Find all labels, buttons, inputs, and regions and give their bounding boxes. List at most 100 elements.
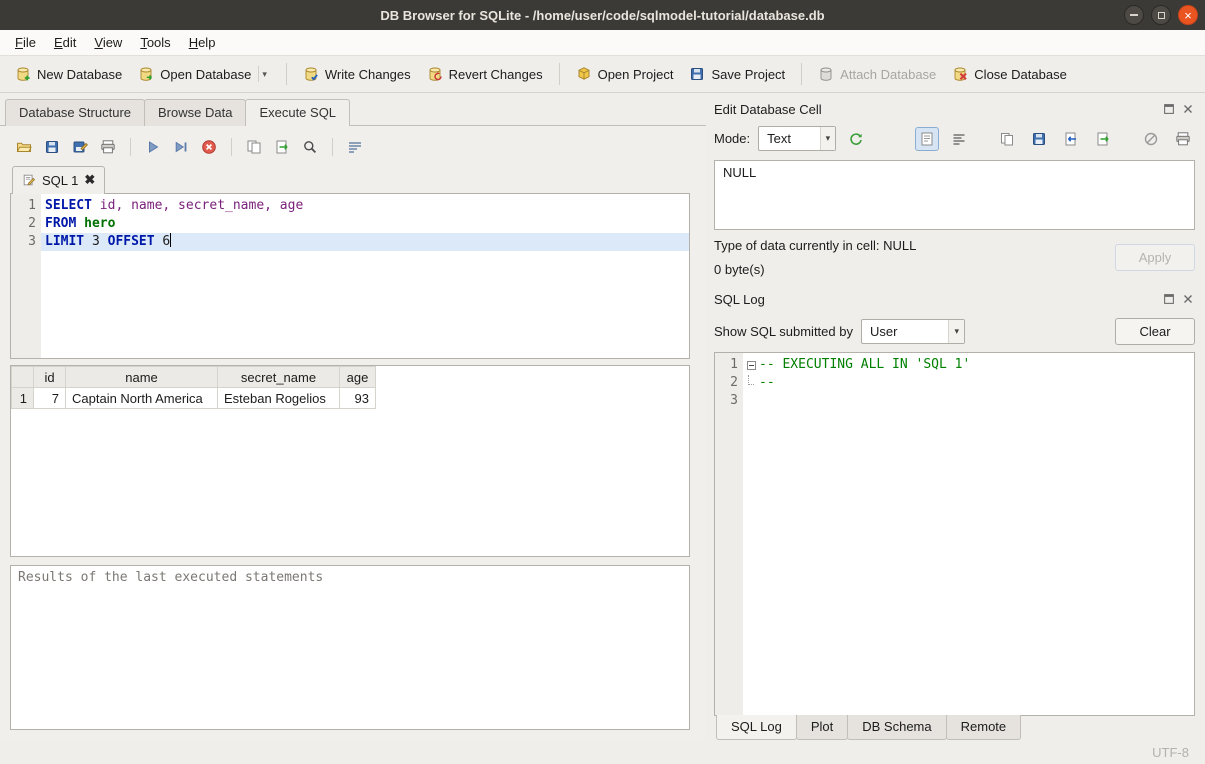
table-row[interactable]: 1 7 Captain North America Esteban Rogeli…: [12, 388, 376, 409]
maximize-icon[interactable]: [1151, 5, 1171, 25]
word-wrap-icon[interactable]: [947, 127, 971, 151]
find-replace-icon[interactable]: [298, 136, 322, 158]
open-database-button[interactable]: Open Database ▾: [131, 61, 277, 87]
auto-mode-icon[interactable]: [844, 127, 868, 151]
close-database-icon: [952, 66, 968, 82]
toolbar-separator: [231, 138, 232, 156]
sql-number: 6: [155, 234, 171, 249]
revert-changes-icon: [427, 66, 443, 82]
export-icon[interactable]: [270, 136, 294, 158]
sql-number: 3: [84, 234, 107, 249]
toolbar-separator: [801, 63, 802, 85]
edit-cell-toolbar: Mode: Text ▾: [714, 121, 1195, 160]
open-database-dropdown-icon[interactable]: ▾: [258, 66, 270, 82]
print-icon[interactable]: [96, 136, 120, 158]
execute-sql-panel: SQL 1 ✖ 1 2 3 SELECT id, name, secret_na…: [0, 125, 706, 740]
tab-sql-log[interactable]: SQL Log: [716, 715, 797, 740]
tab-execute-sql[interactable]: Execute SQL: [245, 99, 350, 126]
menu-edit[interactable]: Edit: [45, 31, 85, 54]
cell-secret-name[interactable]: Esteban Rogelios: [218, 388, 340, 409]
menu-file[interactable]: File: [6, 31, 45, 54]
column-header-secret-name[interactable]: secret_name: [218, 367, 340, 388]
column-header-name[interactable]: name: [66, 367, 218, 388]
results-message: Results of the last executed statements: [10, 565, 690, 730]
print-icon[interactable]: [1171, 127, 1195, 151]
menu-tools[interactable]: Tools: [131, 31, 179, 54]
code-line-3[interactable]: LIMIT 3 OFFSET 6: [41, 233, 689, 251]
new-tab-icon[interactable]: [242, 136, 266, 158]
column-header-id[interactable]: id: [34, 367, 66, 388]
new-database-button[interactable]: New Database: [8, 61, 129, 87]
save-sql-as-icon[interactable]: [68, 136, 92, 158]
write-changes-button[interactable]: Write Changes: [296, 61, 418, 87]
column-header-age[interactable]: age: [340, 367, 376, 388]
sql-log-view[interactable]: 1 2 3 -- EXECUTING ALL IN 'SQL 1' --: [714, 352, 1195, 716]
log-gutter: 1 2 3: [715, 353, 743, 715]
open-sql-file-icon[interactable]: [12, 136, 36, 158]
word-wrap-icon[interactable]: [343, 136, 367, 158]
attach-database-icon: [818, 66, 834, 82]
close-icon[interactable]: [1181, 102, 1195, 116]
close-icon[interactable]: [1181, 292, 1195, 306]
tab-remote[interactable]: Remote: [946, 715, 1022, 740]
execute-all-icon[interactable]: [141, 136, 165, 158]
app-window: DB Browser for SQLite - /home/user/code/…: [0, 0, 1205, 764]
sql-editor[interactable]: 1 2 3 SELECT id, name, secret_name, age …: [10, 193, 690, 359]
clear-button[interactable]: Clear: [1115, 318, 1195, 345]
code-line-1[interactable]: SELECT id, name, secret_name, age: [41, 197, 689, 215]
close-icon[interactable]: ×: [1178, 5, 1198, 25]
text-doc-icon[interactable]: [915, 127, 939, 151]
chevron-down-icon: ▾: [948, 320, 964, 343]
open-project-label: Open Project: [598, 67, 674, 82]
sql-tabbar: SQL 1 ✖: [10, 166, 690, 194]
statusbar: UTF-8: [0, 740, 1205, 764]
float-icon[interactable]: [1162, 102, 1176, 116]
sql-log-dock-title: SQL Log: [714, 287, 1195, 311]
encoding-indicator[interactable]: UTF-8: [1152, 745, 1189, 760]
set-null-icon[interactable]: [1139, 127, 1163, 151]
open-project-button[interactable]: Open Project: [569, 61, 681, 87]
menu-view[interactable]: View: [85, 31, 131, 54]
sql-tab-close-icon[interactable]: ✖: [84, 172, 95, 188]
cell-editor[interactable]: NULL: [714, 160, 1195, 230]
apply-button[interactable]: Apply: [1115, 244, 1195, 271]
attach-database-button: Attach Database: [811, 61, 943, 87]
window-controls: ×: [1124, 5, 1198, 25]
revert-changes-button[interactable]: Revert Changes: [420, 61, 550, 87]
cell-id[interactable]: 7: [34, 388, 66, 409]
save-sql-file-icon[interactable]: [40, 136, 64, 158]
open-database-icon: [138, 66, 154, 82]
titlebar[interactable]: DB Browser for SQLite - /home/user/code/…: [0, 0, 1205, 30]
sql-keyword: OFFSET: [108, 234, 155, 249]
save-project-icon: [689, 66, 705, 82]
minimize-icon[interactable]: [1124, 5, 1144, 25]
line-number: 3: [715, 392, 738, 410]
tab-db-schema[interactable]: DB Schema: [847, 715, 946, 740]
export-icon[interactable]: [1091, 127, 1115, 151]
cell-info: Type of data currently in cell: NULL 0 b…: [714, 230, 1195, 287]
tab-database-structure[interactable]: Database Structure: [5, 99, 145, 126]
menu-help[interactable]: Help: [180, 31, 225, 54]
tab-browse-data[interactable]: Browse Data: [144, 99, 246, 126]
sql-log-title: SQL Log: [714, 292, 1162, 307]
log-text: -- EXECUTING ALL IN 'SQL 1': [759, 356, 970, 374]
cell-name[interactable]: Captain North America: [66, 388, 218, 409]
sql-tab[interactable]: SQL 1 ✖: [12, 166, 105, 194]
fold-marker-icon[interactable]: [747, 361, 756, 370]
save-icon[interactable]: [1027, 127, 1051, 151]
mode-select[interactable]: Text ▾: [758, 126, 836, 151]
execute-line-icon[interactable]: [169, 136, 193, 158]
copy-icon[interactable]: [995, 127, 1019, 151]
close-database-button[interactable]: Close Database: [945, 61, 1074, 87]
submitted-by-select[interactable]: User ▾: [861, 319, 965, 344]
editor-code[interactable]: SELECT id, name, secret_name, age FROM h…: [41, 194, 689, 358]
stop-icon[interactable]: [197, 136, 221, 158]
text-cursor: [170, 233, 171, 247]
cell-age[interactable]: 93: [340, 388, 376, 409]
import-icon[interactable]: [1059, 127, 1083, 151]
log-line-2: --: [743, 374, 1194, 392]
tab-plot[interactable]: Plot: [796, 715, 848, 740]
code-line-2[interactable]: FROM hero: [41, 215, 689, 233]
save-project-button[interactable]: Save Project: [682, 61, 792, 87]
float-icon[interactable]: [1162, 292, 1176, 306]
